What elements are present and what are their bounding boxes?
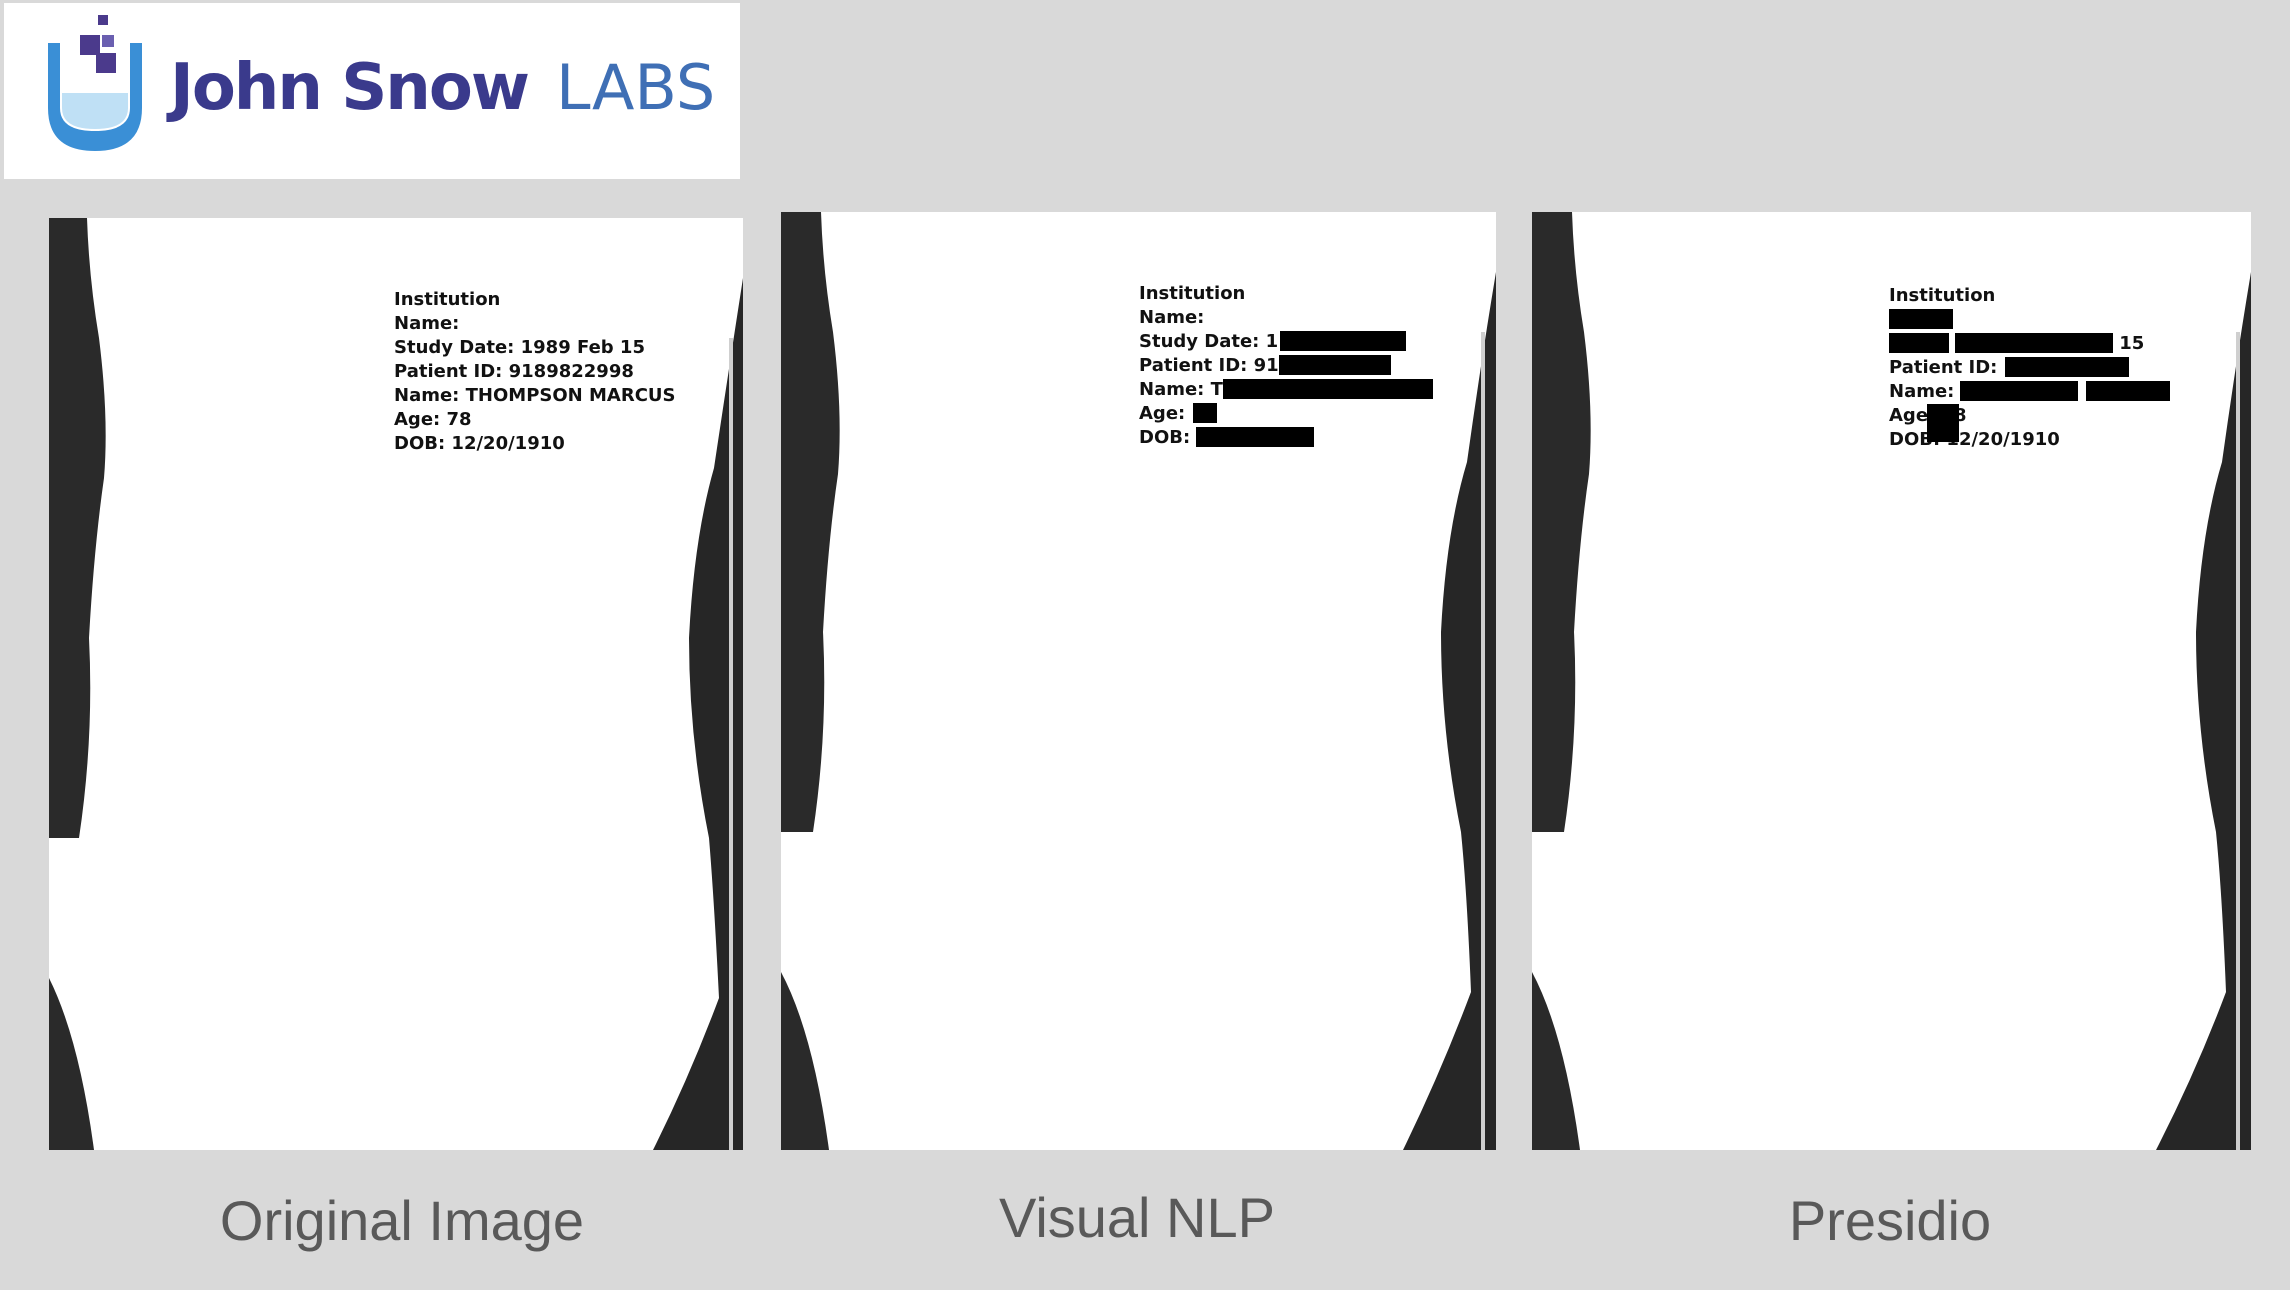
original-image-panel: Institution Name: Study Date: 1989 Feb 1… xyxy=(49,218,743,1150)
redaction-box xyxy=(2086,381,2171,401)
redaction-box xyxy=(1280,331,1407,351)
institution-text: Institution xyxy=(1889,285,1996,306)
study-date-suffix-text: 15 xyxy=(2119,333,2145,354)
institution-text: Institution xyxy=(1139,283,1246,304)
name-label-text: Name: xyxy=(1139,307,1205,328)
redaction-box xyxy=(1889,309,1953,329)
redaction-box xyxy=(1889,333,1949,353)
john-snow-labs-logo: John Snow LABS xyxy=(4,3,740,179)
study-date-text: Study Date: 1 xyxy=(1139,331,1279,352)
test-tube-logo-icon xyxy=(48,15,142,151)
redaction-box xyxy=(1278,355,1391,375)
patient-id-text: Patient ID: 91 xyxy=(1139,355,1279,376)
redaction-box xyxy=(1193,403,1218,423)
study-date-text: Study Date: 1989 Feb 15 xyxy=(394,337,645,358)
name-label-text: Name: xyxy=(394,313,460,334)
redaction-box xyxy=(1927,404,1959,442)
redaction-box xyxy=(1222,379,1433,399)
dob-text: DOB: xyxy=(1139,427,1191,448)
logo-brand-text: John Snow xyxy=(170,51,530,125)
patient-id-text: Patient ID: xyxy=(1889,357,1998,378)
age-text: Age: 78 xyxy=(394,409,472,430)
patient-name-text: Name: T xyxy=(1139,379,1223,400)
patient-name-text: Name: THOMPSON MARCUS xyxy=(394,385,676,406)
visual-nlp-panel: Institution Name: Study Date: 1 Patient … xyxy=(781,212,1496,1150)
caption-original-image: Original Image xyxy=(219,1189,585,1252)
redaction-box xyxy=(1955,333,2113,353)
redaction-box xyxy=(1196,427,1315,447)
dob-text: DOB: 12/20/1910 xyxy=(394,433,565,454)
age-text: Age xyxy=(1889,405,1929,426)
caption-presidio: Presidio xyxy=(1788,1189,1992,1252)
presidio-panel: Institution 15 Patient ID: Name: Age 8 DO… xyxy=(1532,212,2251,1150)
caption-visual-nlp: Visual NLP xyxy=(998,1186,1275,1249)
redaction-box xyxy=(2005,357,2130,377)
age-text: Age: xyxy=(1139,403,1186,424)
patient-id-text: Patient ID: 9189822998 xyxy=(394,361,634,382)
logo-labs-text: LABS xyxy=(556,51,716,124)
patient-name-text: Name: xyxy=(1889,381,1955,402)
redaction-box xyxy=(1960,381,2079,401)
institution-text: Institution xyxy=(394,289,501,310)
